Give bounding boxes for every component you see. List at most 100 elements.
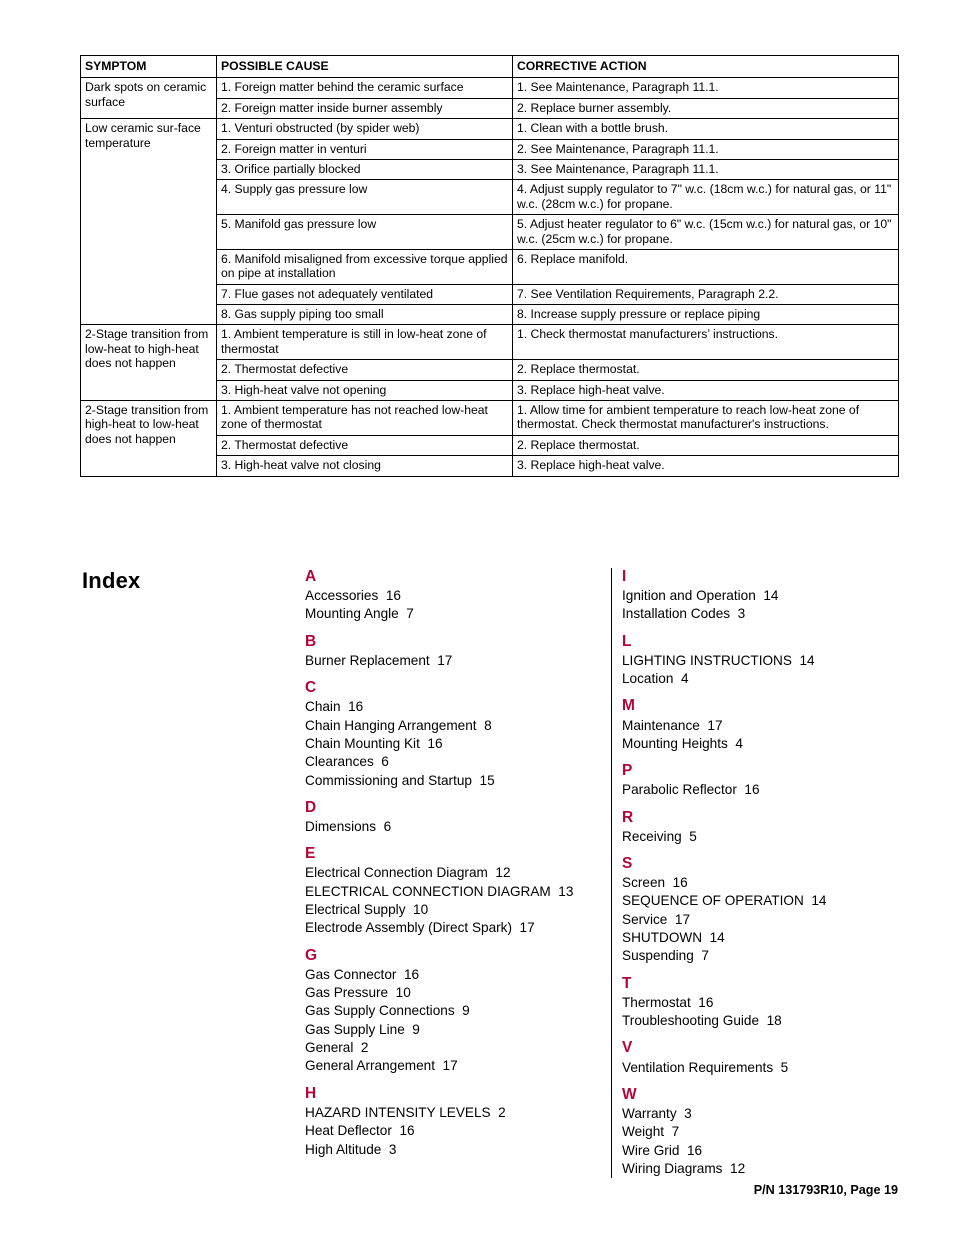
symptom-cell: Dark spots on ceramic surface — [80, 77, 217, 120]
index-entry[interactable]: Dimensions 6 — [305, 818, 603, 836]
index-entry[interactable]: Weight 7 — [622, 1123, 920, 1141]
index-letter-heading: S — [622, 854, 633, 872]
possible-cause-cell: 2. Thermostat defective — [216, 359, 513, 381]
corrective-action-cell: 1. Clean with a bottle brush. — [512, 118, 899, 140]
index-column-left: A Accessories 16 Mounting Angle 7 B Burner R… — [300, 568, 603, 1178]
index-entry[interactable]: Electrode Assembly (Direct Spark) 17 — [305, 919, 603, 937]
index-letter-heading: I — [622, 568, 627, 585]
index-entry[interactable]: LIGHTING INSTRUCTIONS 14 — [622, 652, 920, 670]
column-header-symptom: SYMPTOM — [80, 54, 217, 79]
index-letter-heading: V — [622, 1039, 633, 1057]
symptom-cell: Low ceramic sur-face temperature — [80, 118, 217, 326]
index-letter-heading: D — [305, 798, 317, 816]
index-entry[interactable]: High Altitude 3 — [305, 1141, 603, 1159]
index-entry[interactable]: Gas Connector 16 — [305, 966, 603, 984]
index-entry[interactable]: Mounting Angle 7 — [305, 605, 603, 623]
index-entry[interactable]: Ignition and Operation 14 — [622, 587, 920, 605]
index-letter-heading: P — [622, 762, 633, 780]
index-entry[interactable]: SEQUENCE OF OPERATION 14 — [622, 892, 920, 910]
possible-cause-cell: 1. Venturi obstructed (by spider web) — [216, 118, 513, 140]
corrective-action-cell: 4. Adjust supply regulator to 7" w.c. (1… — [512, 179, 899, 216]
possible-cause-cell: 5. Manifold gas pressure low — [216, 214, 513, 250]
corrective-action-cell: 2. Replace thermostat. — [512, 359, 899, 381]
possible-cause-cell: 8. Gas supply piping too small — [216, 304, 513, 326]
table-row: Low ceramic sur-face temperature 1. Ventu… — [80, 118, 899, 326]
corrective-action-cell: 6. Replace manifold. — [512, 248, 899, 285]
index-entry[interactable]: Warranty 3 — [622, 1105, 920, 1123]
index-entry[interactable]: Gas Pressure 10 — [305, 984, 603, 1002]
index-title: Index — [82, 568, 141, 593]
corrective-action-cell: 3. Replace high-heat valve. — [512, 455, 899, 477]
index-entry[interactable]: Heat Deflector 16 — [305, 1122, 603, 1140]
possible-cause-cell: 1. Ambient temperature has not reached l… — [216, 400, 513, 436]
index-entry[interactable]: Suspending 7 — [622, 947, 920, 965]
index-entry[interactable]: General Arrangement 17 — [305, 1057, 603, 1075]
index-entry[interactable]: Chain 16 — [305, 698, 603, 716]
index-entry[interactable]: Chain Hanging Arrangement 8 — [305, 717, 603, 735]
index-entry[interactable]: Electrical Supply 10 — [305, 901, 603, 919]
corrective-action-cell: 2. See Maintenance, Paragraph 11.1. — [512, 138, 899, 160]
index-entry[interactable]: Gas Supply Line 9 — [305, 1021, 603, 1039]
possible-cause-cell: 1. Ambient temperature is still in low-h… — [216, 324, 513, 361]
index-letter-heading: A — [305, 568, 317, 585]
index-letter-heading: W — [622, 1085, 637, 1103]
corrective-action-cell: 7. See Ventilation Requirements, Paragra… — [512, 283, 899, 306]
possible-cause-cell: 3. Orifice partially blocked — [216, 158, 513, 181]
index-entry[interactable]: Electrical Connection Diagram 12 — [305, 864, 603, 882]
table-row: 2-Stage transition from high-heat to low… — [80, 400, 899, 477]
corrective-action-cell: 2. Replace thermostat. — [512, 434, 899, 457]
index-letter-heading: M — [622, 697, 635, 715]
column-header-corrective-action: CORRECTIVE ACTION — [512, 54, 899, 79]
table-row: Dark spots on ceramic surface 1. Foreign … — [80, 77, 899, 120]
index-entry[interactable]: Accessories 16 — [305, 587, 603, 605]
index-entry[interactable]: Commissioning and Startup 15 — [305, 772, 603, 790]
corrective-action-cell: 2. Replace burner assembly. — [512, 97, 899, 120]
corrective-action-cell: 3. Replace high-heat valve. — [512, 379, 899, 402]
table-header-row: SYMPTOM POSSIBLE CAUSE CORRECTIVE ACTION — [80, 54, 899, 79]
index-letter-heading: H — [305, 1084, 317, 1102]
index-entry[interactable]: HAZARD INTENSITY LEVELS 2 — [305, 1104, 603, 1122]
index-entry[interactable]: Mounting Heights 4 — [622, 735, 920, 753]
index-entry[interactable]: Service 17 — [622, 911, 920, 929]
index-entry[interactable]: Screen 16 — [622, 874, 920, 892]
index-entry[interactable]: Clearances 6 — [305, 753, 603, 771]
corrective-action-cell: 5. Adjust heater regulator to 6" w.c. (1… — [512, 214, 899, 250]
index-letter-heading: L — [622, 632, 632, 650]
page-footer: P/N 131793R10, Page 19 — [753, 1183, 898, 1197]
index-letter-heading: C — [305, 679, 317, 697]
index-entry[interactable]: Burner Replacement 17 — [305, 652, 603, 670]
possible-cause-cell: 1. Foreign matter behind the ceramic sur… — [216, 77, 513, 99]
possible-cause-cell: 2. Thermostat defective — [216, 434, 513, 457]
index-entry[interactable]: Installation Codes 3 — [622, 605, 920, 623]
index-entry[interactable]: SHUTDOWN 14 — [622, 929, 920, 947]
index-letter-heading: R — [622, 808, 634, 826]
index-entry[interactable]: Troubleshooting Guide 18 — [622, 1012, 920, 1030]
possible-cause-cell: 7. Flue gases not adequately ventilated — [216, 283, 513, 306]
index-entry[interactable]: Wire Grid 16 — [622, 1142, 920, 1160]
index-entry[interactable]: ELECTRICAL CONNECTION DIAGRAM 13 — [305, 883, 603, 901]
index-entry[interactable]: General 2 — [305, 1039, 603, 1057]
index-entry[interactable]: Wiring Diagrams 12 — [622, 1160, 920, 1178]
symptom-cell: 2-Stage transition from low-heat to high… — [80, 324, 217, 402]
index-entry[interactable]: Ventilation Requirements 5 — [622, 1059, 920, 1077]
index-letter-heading: T — [622, 974, 632, 992]
index-letter-heading: G — [305, 946, 318, 964]
index-entry[interactable]: Parabolic Reflector 16 — [622, 781, 920, 799]
possible-cause-cell: 2. Foreign matter in venturi — [216, 138, 513, 160]
corrective-action-cell: 8. Increase supply pressure or replace p… — [512, 304, 899, 326]
column-header-possible-cause: POSSIBLE CAUSE — [216, 54, 513, 79]
possible-cause-cell: 6. Manifold misaligned from excessive to… — [216, 248, 513, 285]
index-columns: A Accessories 16 Mounting Angle 7 B Burner R… — [300, 568, 920, 1179]
possible-cause-cell: 2. Foreign matter inside burner assembly — [216, 97, 513, 120]
index-entry[interactable]: Gas Supply Connections 9 — [305, 1002, 603, 1020]
index-column-right: I Ignition and Operation 14 Installation C… — [611, 568, 920, 1179]
index-entry[interactable]: Chain Mounting Kit 16 — [305, 735, 603, 753]
index-entry[interactable]: Receiving 5 — [622, 828, 920, 846]
corrective-action-cell: 1. See Maintenance, Paragraph 11.1. — [512, 77, 899, 99]
corrective-action-cell: 3. See Maintenance, Paragraph 11.1. — [512, 158, 899, 181]
troubleshooting-table-wrap: SYMPTOM POSSIBLE CAUSE CORRECTIVE ACTION… — [80, 54, 899, 477]
index-entry[interactable]: Thermostat 16 — [622, 994, 920, 1012]
index-entry[interactable]: Location 4 — [622, 670, 920, 688]
index-letter-heading: B — [305, 632, 317, 650]
index-entry[interactable]: Maintenance 17 — [622, 717, 920, 735]
